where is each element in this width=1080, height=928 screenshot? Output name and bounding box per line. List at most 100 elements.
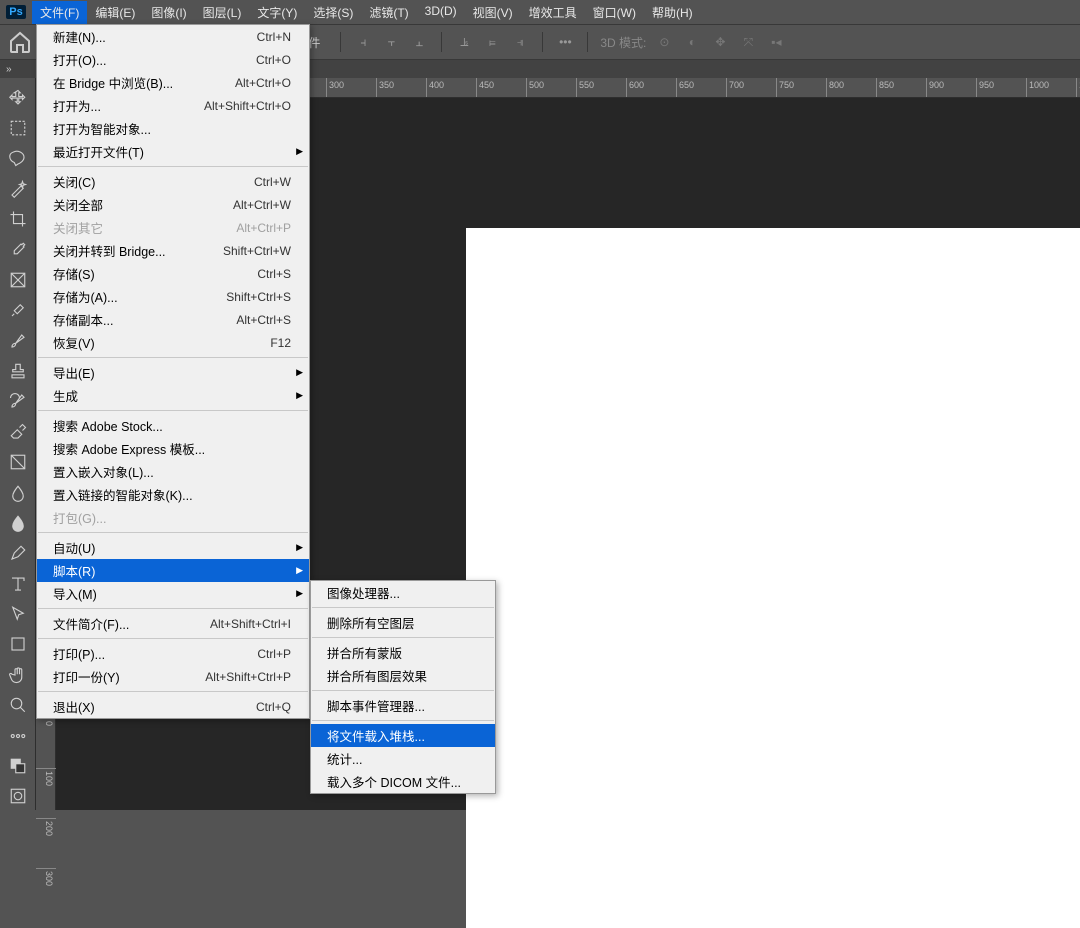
script-menu-item[interactable]: 删除所有空图层: [311, 611, 495, 634]
menu-选择[interactable]: 选择(S): [305, 1, 361, 24]
file-menu-item[interactable]: 恢复(V)F12: [37, 331, 309, 354]
eyedropper-tool[interactable]: [4, 236, 32, 263]
align-middle-icon[interactable]: ⫢: [482, 32, 502, 52]
ruler-tick: 350: [376, 78, 394, 98]
menu-文字[interactable]: 文字(Y): [249, 1, 305, 24]
document-canvas[interactable]: [466, 228, 1080, 928]
3d-roll-icon[interactable]: ◐: [682, 32, 702, 52]
menu-item-label: 搜索 Adobe Stock...: [53, 416, 163, 435]
menu-图层[interactable]: 图层(L): [195, 1, 250, 24]
align-left-icon[interactable]: ⫞: [353, 32, 373, 52]
file-menu-item[interactable]: 关闭全部Alt+Ctrl+W: [37, 193, 309, 216]
gradient-tool[interactable]: [4, 449, 32, 476]
file-menu-item[interactable]: 打印一份(Y)Alt+Shift+Ctrl+P: [37, 665, 309, 688]
file-menu-item[interactable]: 存储(S)Ctrl+S: [37, 262, 309, 285]
menu-3d[interactable]: 3D(D): [417, 1, 465, 24]
menu-帮助[interactable]: 帮助(H): [644, 1, 701, 24]
frame-tool[interactable]: [4, 266, 32, 293]
file-menu-item[interactable]: 导入(M): [37, 582, 309, 605]
3d-slide-icon[interactable]: ⤧: [738, 32, 758, 52]
stamp-tool[interactable]: [4, 357, 32, 384]
file-menu-item[interactable]: 关闭并转到 Bridge...Shift+Ctrl+W: [37, 239, 309, 262]
3d-orbit-icon[interactable]: ⊙: [654, 32, 674, 52]
history-brush-tool[interactable]: [4, 388, 32, 415]
submenu-arrow-icon: [296, 146, 303, 157]
crop-tool[interactable]: [4, 206, 32, 233]
zoom-tool[interactable]: [4, 692, 32, 719]
eraser-tool[interactable]: [4, 418, 32, 445]
menu-编辑[interactable]: 编辑(E): [87, 1, 143, 24]
script-menu-item[interactable]: 拼合所有蒙版: [311, 641, 495, 664]
home-icon[interactable]: [8, 30, 32, 54]
healing-tool[interactable]: [4, 297, 32, 324]
wand-tool[interactable]: [4, 175, 32, 202]
file-menu-item[interactable]: 在 Bridge 中浏览(B)...Alt+Ctrl+O: [37, 71, 309, 94]
file-menu-item[interactable]: 置入链接的智能对象(K)...: [37, 483, 309, 506]
align-bottom-icon[interactable]: ⫣: [510, 32, 530, 52]
menu-item-label: 打开为...: [53, 96, 101, 115]
file-menu-item[interactable]: 导出(E): [37, 361, 309, 384]
file-menu-item[interactable]: 自动(U): [37, 536, 309, 559]
file-menu-item[interactable]: 打开为智能对象...: [37, 117, 309, 140]
menu-item-label: 脚本事件管理器...: [327, 696, 425, 715]
file-menu-item[interactable]: 置入嵌入对象(L)...: [37, 460, 309, 483]
menu-separator: [38, 166, 308, 167]
hand-tool[interactable]: [4, 661, 32, 688]
brush-tool[interactable]: [4, 327, 32, 354]
submenu-arrow-icon: [296, 542, 303, 553]
menu-item-label: 打印一份(Y): [53, 667, 120, 686]
submenu-arrow-icon: [296, 588, 303, 599]
file-menu-item: 关闭其它Alt+Ctrl+P: [37, 216, 309, 239]
more-options-icon[interactable]: •••: [555, 32, 575, 52]
file-menu-item[interactable]: 退出(X)Ctrl+Q: [37, 695, 309, 718]
script-menu-item[interactable]: 载入多个 DICOM 文件...: [311, 770, 495, 793]
file-menu-item[interactable]: 打开(O)...Ctrl+O: [37, 48, 309, 71]
file-menu-item[interactable]: 脚本(R): [37, 559, 309, 582]
align-top-icon[interactable]: ⫡: [454, 32, 474, 52]
edit-toolbar-tool[interactable]: [4, 722, 32, 749]
type-tool[interactable]: [4, 570, 32, 597]
quick-mask-tool[interactable]: [4, 783, 32, 810]
file-menu-item[interactable]: 打印(P)...Ctrl+P: [37, 642, 309, 665]
file-menu-item[interactable]: 最近打开文件(T): [37, 140, 309, 163]
file-menu-item[interactable]: 存储副本...Alt+Ctrl+S: [37, 308, 309, 331]
menu-窗口[interactable]: 窗口(W): [585, 1, 644, 24]
3d-zoom-icon[interactable]: ▪◂: [766, 32, 786, 52]
file-menu-item[interactable]: 关闭(C)Ctrl+W: [37, 170, 309, 193]
menu-文件[interactable]: 文件(F): [32, 1, 87, 24]
menu-图像[interactable]: 图像(I): [143, 1, 194, 24]
menu-item-label: 拼合所有蒙版: [327, 643, 402, 662]
align-center-h-icon[interactable]: ⫟: [381, 32, 401, 52]
lasso-tool[interactable]: [4, 145, 32, 172]
3d-mode-label: 3D 模式:: [600, 34, 646, 51]
menu-item-label: 导入(M): [53, 584, 97, 603]
dodge-tool[interactable]: [4, 509, 32, 536]
script-menu-item[interactable]: 将文件载入堆栈...: [311, 724, 495, 747]
file-menu-item[interactable]: 新建(N)...Ctrl+N: [37, 25, 309, 48]
fg-bg-tool[interactable]: [4, 752, 32, 779]
file-menu-item[interactable]: 存储为(A)...Shift+Ctrl+S: [37, 285, 309, 308]
script-menu-item[interactable]: 图像处理器...: [311, 581, 495, 604]
menu-视图[interactable]: 视图(V): [465, 1, 521, 24]
move-tool[interactable]: [4, 84, 32, 111]
file-menu-item[interactable]: 搜索 Adobe Stock...: [37, 414, 309, 437]
path-select-tool[interactable]: [4, 600, 32, 627]
file-menu-item[interactable]: 打开为...Alt+Shift+Ctrl+O: [37, 94, 309, 117]
pen-tool[interactable]: [4, 540, 32, 567]
menu-滤镜[interactable]: 滤镜(T): [361, 1, 416, 24]
script-menu-item[interactable]: 统计...: [311, 747, 495, 770]
3d-pan-icon[interactable]: ✥: [710, 32, 730, 52]
submenu-arrow-icon: [296, 565, 303, 576]
align-right-icon[interactable]: ⫠: [409, 32, 429, 52]
file-menu-item[interactable]: 生成: [37, 384, 309, 407]
shape-tool[interactable]: [4, 631, 32, 658]
menu-增效工具[interactable]: 增效工具: [521, 1, 585, 24]
ruler-tick: 1050: [1076, 78, 1080, 98]
file-menu-item[interactable]: 文件简介(F)...Alt+Shift+Ctrl+I: [37, 612, 309, 635]
script-menu-item[interactable]: 脚本事件管理器...: [311, 694, 495, 717]
tab-chevron-icon[interactable]: »: [6, 64, 12, 75]
script-menu-item[interactable]: 拼合所有图层效果: [311, 664, 495, 687]
blur-tool[interactable]: [4, 479, 32, 506]
file-menu-item[interactable]: 搜索 Adobe Express 模板...: [37, 437, 309, 460]
marquee-tool[interactable]: [4, 114, 32, 141]
